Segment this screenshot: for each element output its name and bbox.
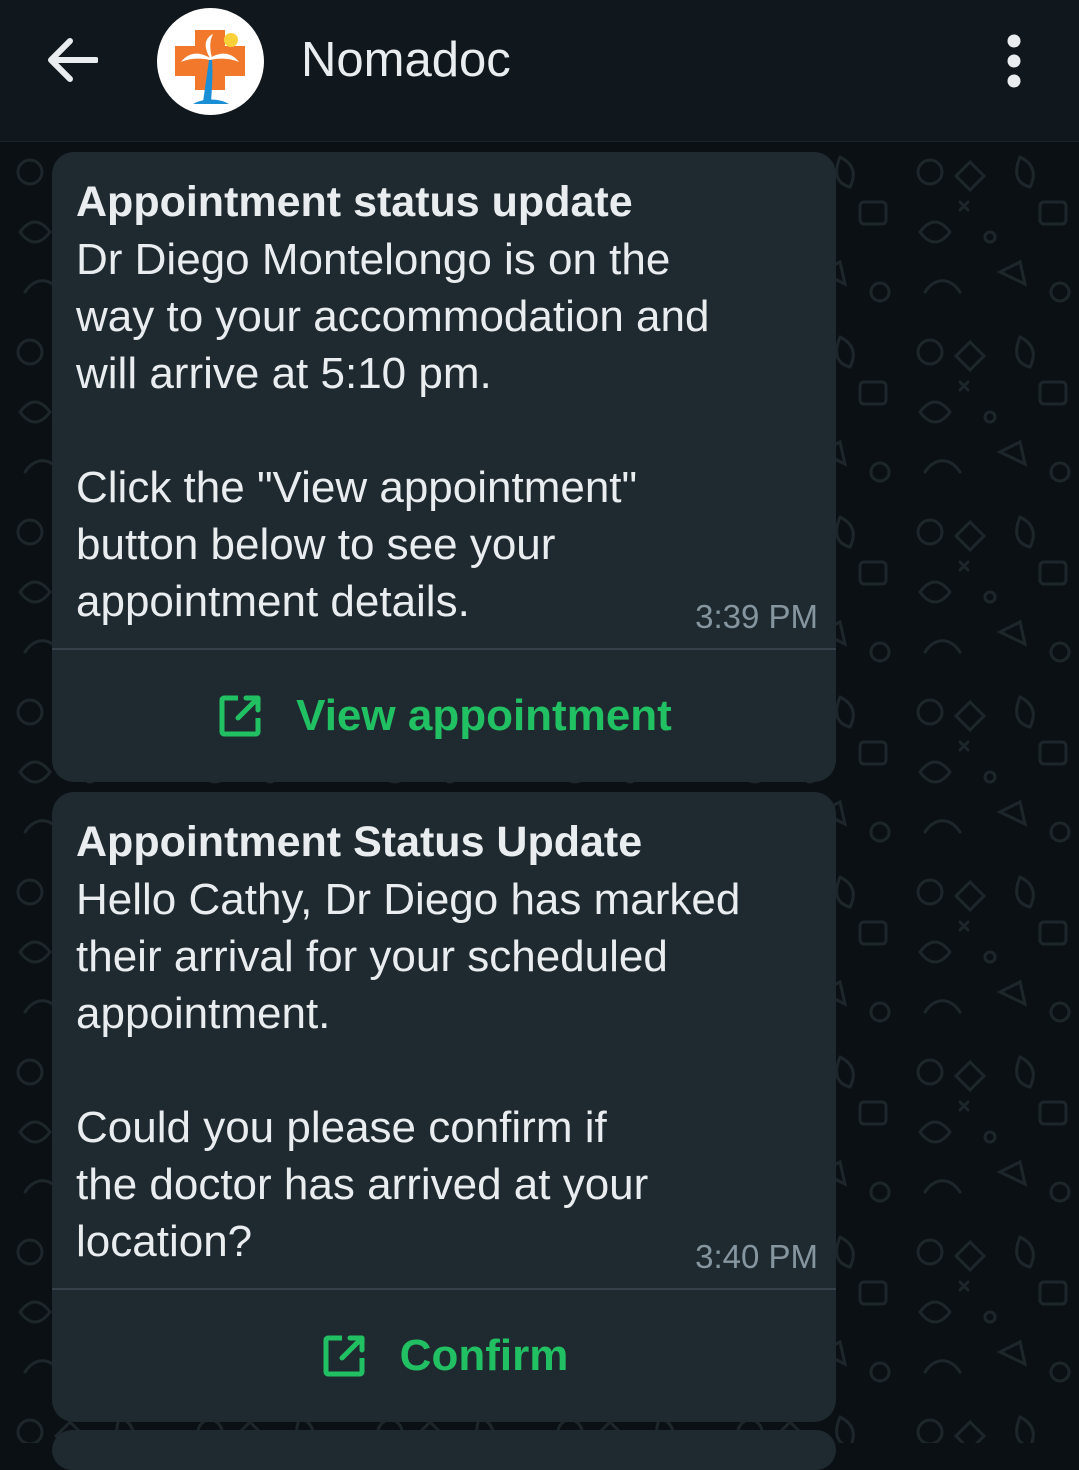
external-link-icon — [219, 695, 261, 737]
chat-title[interactable]: Nomadoc — [301, 30, 511, 90]
message-title: Appointment Status Update — [76, 818, 643, 866]
message-bubble-partial — [52, 1430, 836, 1470]
avatar[interactable] — [157, 8, 264, 115]
message-text: Hello Cathy, Dr Diego has marked their a… — [76, 875, 741, 1266]
message-timestamp: 3:39 PM — [695, 598, 818, 635]
more-vert-icon — [1007, 34, 1021, 88]
message-bubble: Appointment status update Dr Diego Monte… — [52, 152, 836, 782]
message-content: Appointment Status Update Hello Cathy, D… — [52, 792, 836, 1270]
confirm-button[interactable]: Confirm — [52, 1290, 836, 1422]
message-timestamp: 3:40 PM — [695, 1238, 818, 1275]
arrow-left-icon — [48, 38, 98, 82]
message-content: Appointment status update Dr Diego Monte… — [52, 152, 836, 630]
message-title: Appointment status update — [76, 178, 633, 226]
message-text: Dr Diego Montelongo is on the way to you… — [76, 235, 710, 626]
view-appointment-label: View appointment — [296, 691, 672, 740]
more-options-button[interactable] — [984, 26, 1044, 96]
external-link-icon — [323, 1335, 365, 1377]
confirm-label: Confirm — [399, 1331, 569, 1380]
nomadoc-logo — [175, 30, 245, 104]
back-button[interactable] — [36, 24, 108, 96]
view-appointment-button[interactable]: View appointment — [52, 650, 836, 782]
message-bubble: Appointment Status Update Hello Cathy, D… — [52, 792, 836, 1422]
chat-header: Nomadoc — [0, 0, 1079, 142]
